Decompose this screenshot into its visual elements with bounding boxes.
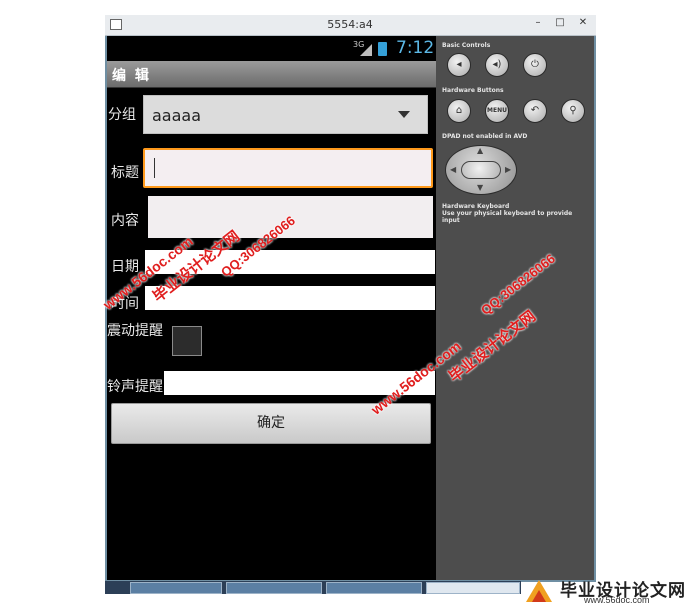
back-button[interactable]: ↶ [523, 99, 547, 123]
taskbar-item[interactable] [226, 582, 322, 594]
menu-button[interactable]: MENU [485, 99, 509, 123]
time-input[interactable] [145, 286, 435, 310]
volume-down-button[interactable]: ◂ [447, 53, 471, 77]
signal-icon [360, 44, 372, 56]
dpad-right-icon[interactable]: ▶ [505, 165, 511, 174]
volume-up-button[interactable]: ◂) [485, 53, 509, 77]
taskbar-item[interactable] [426, 582, 520, 594]
window-app-icon [110, 19, 122, 30]
vibrate-checkbox[interactable] [172, 326, 202, 356]
keyboard-note: Use your physical keyboard to provide in… [442, 210, 573, 224]
dpad-up-icon[interactable]: ▲ [477, 146, 483, 155]
group-spinner-value: aaaaa [152, 106, 202, 125]
app-title: 编 辑 [112, 68, 151, 84]
home-button[interactable]: ⌂ [447, 99, 471, 123]
content-label: 内容 [111, 213, 139, 229]
dropdown-arrow-icon [398, 111, 410, 118]
battery-icon [378, 42, 387, 56]
hardware-buttons-heading: Hardware Buttons [442, 87, 504, 94]
maximize-button[interactable]: □ [550, 17, 570, 28]
keyboard-heading: Hardware Keyboard [442, 203, 510, 210]
taskbar-item[interactable] [130, 582, 222, 594]
status-clock: 7:12 [396, 38, 435, 58]
title-input[interactable] [143, 148, 433, 188]
window-title: 5554:a4 [327, 18, 373, 31]
ringtone-label: 铃声提醒 [107, 379, 163, 395]
back-icon: ↶ [530, 105, 540, 116]
volume-down-icon: ◂ [456, 59, 462, 70]
basic-controls-heading: Basic Controls [442, 42, 491, 49]
minimize-button[interactable]: – [528, 17, 548, 28]
text-caret [154, 158, 155, 178]
home-icon: ⌂ [455, 105, 463, 116]
dpad-down-icon[interactable]: ▼ [477, 183, 483, 192]
power-icon: ⏻ [531, 59, 539, 70]
dpad-note: DPAD not enabled in AVD [442, 133, 528, 140]
group-label: 分组 [108, 107, 136, 123]
search-icon: ⚲ [569, 105, 577, 116]
search-button[interactable]: ⚲ [561, 99, 585, 123]
vibrate-label: 震动提醒 [107, 323, 163, 339]
taskbar-item[interactable] [326, 582, 422, 594]
power-button[interactable]: ⏻ [523, 53, 547, 77]
app-title-bar [107, 61, 436, 88]
site-logo-icon [526, 580, 552, 602]
close-button[interactable]: ✕ [573, 17, 593, 28]
dpad-center-button[interactable] [461, 161, 501, 179]
title-label: 标题 [111, 165, 139, 181]
volume-up-icon: ◂) [492, 59, 502, 70]
dpad-left-icon[interactable]: ◀ [450, 165, 456, 174]
logo-url: www.56doc.com [584, 595, 650, 605]
